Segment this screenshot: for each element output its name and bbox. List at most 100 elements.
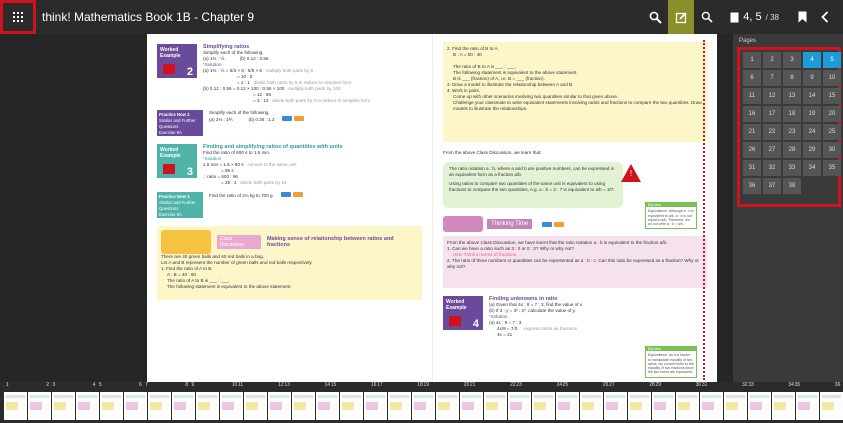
zoom-search-button[interactable] — [642, 0, 668, 34]
page-button-38[interactable]: 38 — [783, 178, 801, 194]
page-thumbnail[interactable] — [460, 392, 483, 420]
page-thumbnail[interactable] — [172, 392, 195, 420]
extra-link-icon[interactable] — [293, 192, 304, 197]
resource-links — [281, 116, 304, 121]
page-button-26[interactable]: 26 — [743, 142, 761, 158]
page-thumbnail[interactable] — [316, 392, 339, 420]
page-button-6[interactable]: 6 — [743, 70, 761, 86]
page-thumbnail[interactable] — [652, 392, 675, 420]
page-button-20[interactable]: 20 — [823, 106, 841, 122]
page-thumbnail[interactable] — [436, 392, 459, 420]
page-button-29[interactable]: 29 — [803, 142, 821, 158]
video-play-icon[interactable] — [449, 316, 461, 326]
video-play-icon[interactable] — [163, 164, 175, 174]
page-button-37[interactable]: 37 — [763, 178, 781, 194]
page-thumbnail[interactable] — [244, 392, 267, 420]
page-button-21[interactable]: 21 — [743, 124, 761, 140]
page-button-27[interactable]: 27 — [763, 142, 781, 158]
thumbnail-number: 11 — [237, 382, 244, 388]
page-button-4[interactable]: 4 — [803, 52, 821, 68]
page-button-1[interactable]: 1 — [743, 52, 761, 68]
thumbnail-number: 32 — [742, 382, 748, 388]
page-button-22[interactable]: 22 — [763, 124, 781, 140]
page-thumbnail[interactable] — [220, 392, 243, 420]
page-thumbnail[interactable] — [124, 392, 147, 420]
page-button-10[interactable]: 10 — [823, 70, 841, 86]
page-thumbnail[interactable] — [100, 392, 123, 420]
video-play-icon[interactable] — [163, 64, 175, 74]
page-thumbnail[interactable] — [148, 392, 171, 420]
practice-body: Find the ratio of 2¼ kg to 700 g. — [203, 192, 422, 218]
page-thumbnail[interactable] — [628, 392, 651, 420]
thumbnail-number: 12 — [278, 382, 284, 388]
page-button-18[interactable]: 18 — [783, 106, 801, 122]
page-button-30[interactable]: 30 — [823, 142, 841, 158]
page-button-15[interactable]: 15 — [823, 88, 841, 104]
collapse-panel-button[interactable] — [815, 0, 843, 34]
page-thumbnail[interactable] — [340, 392, 363, 420]
page-thumbnail[interactable] — [292, 392, 315, 420]
page-button-14[interactable]: 14 — [803, 88, 821, 104]
page-thumbnail[interactable] — [268, 392, 291, 420]
page-thumbnail[interactable] — [4, 392, 27, 420]
quiz-link-icon[interactable] — [281, 192, 292, 197]
page-thumbnail[interactable] — [556, 392, 579, 420]
page-thumbnail[interactable] — [532, 392, 555, 420]
page-thumbnail[interactable] — [508, 392, 531, 420]
page-thumbnail[interactable] — [796, 392, 819, 420]
page-thumbnail[interactable] — [484, 392, 507, 420]
page-button-11[interactable]: 11 — [743, 88, 761, 104]
page-button-9[interactable]: 9 — [803, 70, 821, 86]
page-thumbnail[interactable] — [748, 392, 771, 420]
page-button-8[interactable]: 8 — [783, 70, 801, 86]
page-button-24[interactable]: 24 — [803, 124, 821, 140]
page-button-17[interactable]: 17 — [763, 106, 781, 122]
page-thumbnail[interactable] — [700, 392, 723, 420]
page-thumbnail[interactable] — [388, 392, 411, 420]
bookmark-button[interactable] — [789, 0, 815, 34]
page-button-25[interactable]: 25 — [823, 124, 841, 140]
extra-link-icon[interactable] — [293, 116, 304, 121]
page-thumbnail[interactable] — [76, 392, 99, 420]
page-button-5[interactable]: 5 — [823, 52, 841, 68]
page-button-16[interactable]: 16 — [743, 106, 761, 122]
search-button[interactable] — [694, 0, 720, 34]
page-button-36[interactable]: 36 — [743, 178, 761, 194]
page-thumbnail[interactable] — [772, 392, 795, 420]
page-thumbnail[interactable] — [364, 392, 387, 420]
page-thumbnail[interactable] — [580, 392, 603, 420]
page-button-33[interactable]: 33 — [783, 160, 801, 176]
page-thumbnail[interactable] — [412, 392, 435, 420]
page-button-2[interactable]: 2 — [763, 52, 781, 68]
solution-line: 4x = 21 — [497, 332, 513, 337]
page-thumbnail[interactable] — [28, 392, 51, 420]
page-indicator[interactable]: 4, 5/ 38 — [720, 0, 789, 34]
book-viewer[interactable]: Worked Example 2 Simplifying ratios Simp… — [0, 34, 733, 382]
page-thumbnail[interactable] — [724, 392, 747, 420]
extra-link-icon[interactable] — [554, 221, 565, 227]
page-button-3[interactable]: 3 — [783, 52, 801, 68]
page-button-28[interactable]: 28 — [783, 142, 801, 158]
page-button-35[interactable]: 35 — [823, 160, 841, 176]
page-button-23[interactable]: 23 — [783, 124, 801, 140]
page-button-19[interactable]: 19 — [803, 106, 821, 122]
page-button-13[interactable]: 13 — [783, 88, 801, 104]
quiz-link-icon[interactable] — [542, 221, 553, 227]
quiz-link-icon[interactable] — [281, 116, 292, 121]
annotate-button[interactable] — [668, 0, 695, 34]
page-thumbnail[interactable] — [604, 392, 627, 420]
big-idea-heading: Big Idea — [646, 203, 696, 208]
page-thumbnail[interactable] — [820, 392, 843, 420]
thumbnail-number: 16 — [370, 382, 377, 388]
key-point: The ratio notation a : b, where a and b … — [449, 166, 615, 177]
page-thumbnail[interactable] — [196, 392, 219, 420]
page-button-32[interactable]: 32 — [763, 160, 781, 176]
page-button-7[interactable]: 7 — [763, 70, 781, 86]
discussion-line: The following statement is equivalent to… — [167, 284, 292, 289]
apps-menu-button[interactable] — [0, 0, 36, 34]
page-thumbnail[interactable] — [676, 392, 699, 420]
page-button-31[interactable]: 31 — [743, 160, 761, 176]
page-thumbnail[interactable] — [52, 392, 75, 420]
page-button-12[interactable]: 12 — [763, 88, 781, 104]
page-button-34[interactable]: 34 — [803, 160, 821, 176]
